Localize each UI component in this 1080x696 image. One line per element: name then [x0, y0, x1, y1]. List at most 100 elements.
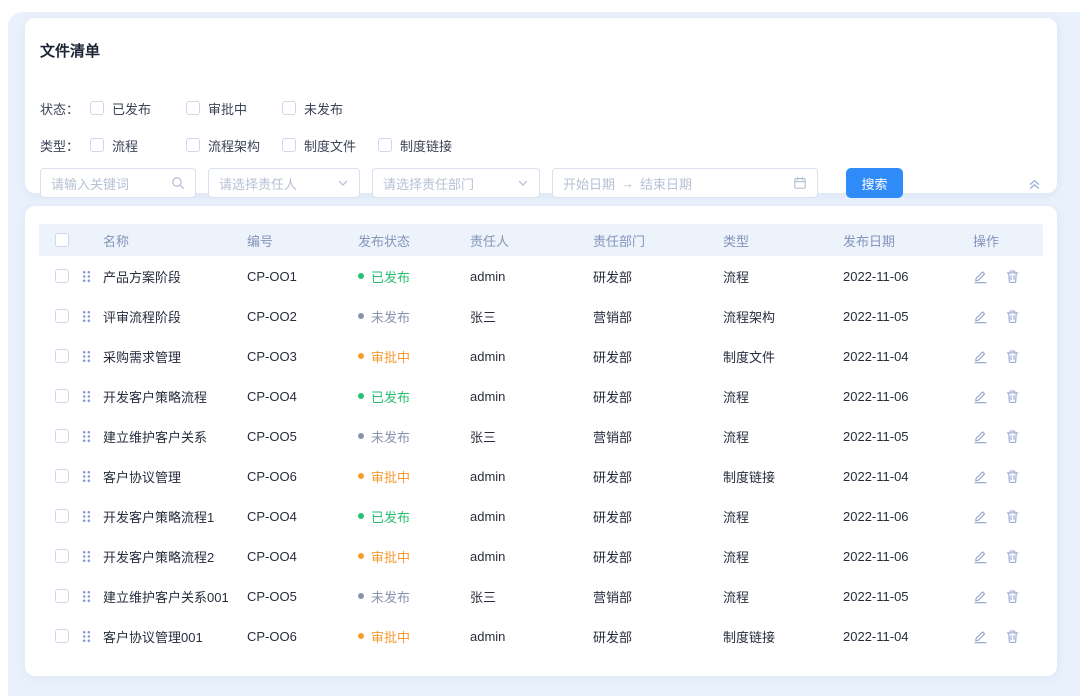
- edit-button[interactable]: [973, 589, 988, 604]
- type-option-checkbox[interactable]: 流程架构: [186, 136, 282, 155]
- status-badge: 审批中: [358, 627, 470, 646]
- row-checkbox[interactable]: [55, 469, 69, 483]
- drag-handle-icon[interactable]: [79, 430, 103, 443]
- edit-button[interactable]: [973, 349, 988, 364]
- table-row: 开发客户策略流程1 CP-OO4 已发布 admin 研发部 流程 2022-1…: [39, 496, 1043, 536]
- col-header-code: 编号: [247, 231, 358, 250]
- checkbox-icon[interactable]: [282, 138, 296, 152]
- status-badge: 已发布: [358, 387, 470, 406]
- status-option-checkbox[interactable]: 审批中: [186, 99, 282, 118]
- status-dot-icon: [358, 353, 364, 359]
- drag-handle-icon[interactable]: [79, 270, 103, 283]
- row-checkbox[interactable]: [55, 349, 69, 363]
- drag-handle-icon[interactable]: [79, 350, 103, 363]
- row-department: 营销部: [593, 427, 723, 446]
- status-options: 已发布 审批中 未发布: [90, 99, 343, 118]
- delete-button[interactable]: [1005, 469, 1020, 484]
- search-icon: [171, 176, 185, 190]
- row-type: 制度链接: [723, 627, 843, 646]
- row-checkbox[interactable]: [55, 629, 69, 643]
- edit-button[interactable]: [973, 429, 988, 444]
- type-option-checkbox[interactable]: 制度链接: [378, 136, 452, 155]
- row-checkbox[interactable]: [55, 429, 69, 443]
- status-option-checkbox[interactable]: 未发布: [282, 99, 343, 118]
- checkbox-icon[interactable]: [378, 138, 392, 152]
- edit-button[interactable]: [973, 269, 988, 284]
- delete-button[interactable]: [1005, 309, 1020, 324]
- status-dot-icon: [358, 393, 364, 399]
- row-checkbox[interactable]: [55, 509, 69, 523]
- delete-button[interactable]: [1005, 269, 1020, 284]
- drag-handle-icon[interactable]: [79, 310, 103, 323]
- checkbox-icon[interactable]: [90, 101, 104, 115]
- calendar-icon: [793, 176, 807, 190]
- table-row: 开发客户策略流程2 CP-OO4 审批中 admin 研发部 流程 2022-1…: [39, 536, 1043, 576]
- checkbox-icon[interactable]: [282, 101, 296, 115]
- status-label: 已发布: [371, 267, 410, 286]
- checkbox-icon[interactable]: [186, 101, 200, 115]
- delete-button[interactable]: [1005, 509, 1020, 524]
- drag-handle-icon[interactable]: [79, 550, 103, 563]
- row-name: 建立维护客户关系: [103, 427, 247, 446]
- delete-button[interactable]: [1005, 589, 1020, 604]
- edit-button[interactable]: [973, 549, 988, 564]
- delete-button[interactable]: [1005, 549, 1020, 564]
- row-owner: 张三: [470, 307, 593, 326]
- collapse-panel-icon[interactable]: [1027, 176, 1042, 191]
- row-checkbox[interactable]: [55, 269, 69, 283]
- delete-button[interactable]: [1005, 349, 1020, 364]
- type-options: 流程流程架构制度文件制度链接: [90, 136, 452, 155]
- drag-handle-icon[interactable]: [79, 390, 103, 403]
- edit-button[interactable]: [973, 389, 988, 404]
- status-label: 审批中: [371, 547, 410, 566]
- status-label: 未发布: [371, 587, 410, 606]
- col-header-name: 名称: [103, 231, 247, 250]
- edit-button[interactable]: [973, 469, 988, 484]
- drag-handle-icon[interactable]: [79, 590, 103, 603]
- row-name: 开发客户策略流程2: [103, 547, 247, 566]
- status-label: 审批中: [371, 627, 410, 646]
- row-checkbox[interactable]: [55, 589, 69, 603]
- status-option-label: 未发布: [304, 99, 343, 118]
- keyword-input[interactable]: 请输入关键词: [40, 168, 196, 198]
- row-checkbox[interactable]: [55, 549, 69, 563]
- row-name: 建立维护客户关系001: [103, 587, 247, 606]
- delete-button[interactable]: [1005, 389, 1020, 404]
- status-badge: 审批中: [358, 467, 470, 486]
- delete-button[interactable]: [1005, 429, 1020, 444]
- table-row: 建立维护客户关系001 CP-OO5 未发布 张三 营销部 流程 2022-11…: [39, 576, 1043, 616]
- table-row: 建立维护客户关系 CP-OO5 未发布 张三 营销部 流程 2022-11-05: [39, 416, 1043, 456]
- type-option-checkbox[interactable]: 制度文件: [282, 136, 378, 155]
- status-dot-icon: [358, 593, 364, 599]
- row-department: 研发部: [593, 627, 723, 646]
- status-option-checkbox[interactable]: 已发布: [90, 99, 186, 118]
- edit-button[interactable]: [973, 509, 988, 524]
- drag-handle-icon[interactable]: [79, 630, 103, 643]
- col-header-department: 责任部门: [593, 231, 723, 250]
- delete-button[interactable]: [1005, 629, 1020, 644]
- row-name: 客户协议管理: [103, 467, 247, 486]
- checkbox-icon[interactable]: [90, 138, 104, 152]
- drag-handle-icon[interactable]: [79, 510, 103, 523]
- row-checkbox[interactable]: [55, 389, 69, 403]
- search-button[interactable]: 搜索: [846, 168, 903, 198]
- start-date-placeholder: 开始日期: [563, 174, 615, 193]
- owner-select[interactable]: 请选择责任人: [208, 168, 360, 198]
- row-checkbox[interactable]: [55, 309, 69, 323]
- status-option-label: 已发布: [112, 99, 151, 118]
- row-owner: admin: [470, 389, 593, 404]
- edit-button[interactable]: [973, 309, 988, 324]
- row-code: CP-OO3: [247, 349, 358, 364]
- type-option-checkbox[interactable]: 流程: [90, 136, 186, 155]
- department-select[interactable]: 请选择责任部门: [372, 168, 540, 198]
- search-toolbar: 请输入关键词 请选择责任人 请选择责任部门 开始日期 → 结束日期 搜索: [40, 168, 1042, 198]
- date-range-picker[interactable]: 开始日期 → 结束日期: [552, 168, 818, 198]
- status-label: 未发布: [371, 427, 410, 446]
- edit-button[interactable]: [973, 629, 988, 644]
- type-filter-label: 类型：: [40, 136, 90, 155]
- checkbox-icon[interactable]: [186, 138, 200, 152]
- drag-handle-icon[interactable]: [79, 470, 103, 483]
- row-date: 2022-11-06: [843, 509, 973, 524]
- select-all-checkbox[interactable]: [55, 233, 69, 247]
- row-date: 2022-11-05: [843, 309, 973, 324]
